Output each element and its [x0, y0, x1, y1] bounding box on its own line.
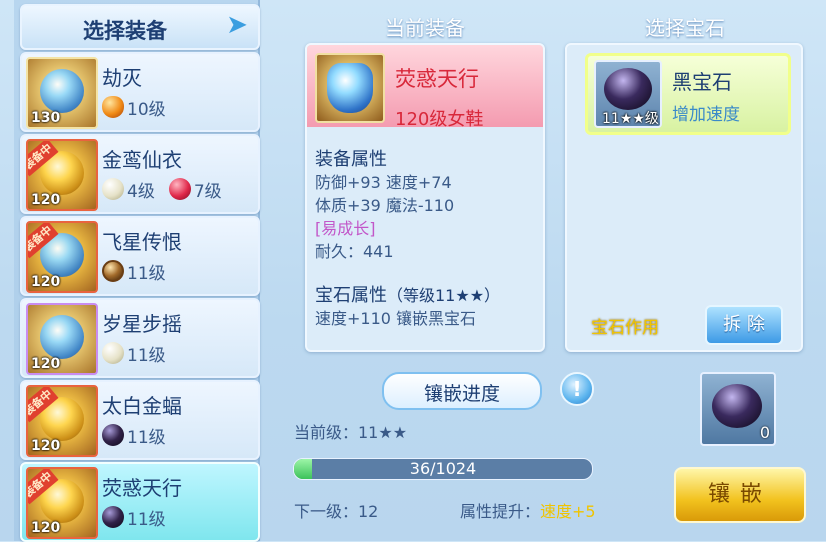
equipment-list-panel: 选择装备 ➤ 130 劫灭 10级 装备中 120 金鸾仙衣 4级 7级 装备中 120 飞星传恨 1… [14, 0, 260, 542]
next-level: 下一级：12 [294, 502, 379, 521]
equipment-header: 荧惑天行 120级女鞋 [307, 45, 543, 130]
equipment-attributes-title: 装备属性 [315, 149, 387, 170]
equipment-gems: 11级 [102, 504, 180, 530]
durability: 耐久：441 [315, 242, 394, 261]
equipment-name: 荧惑天行 [395, 67, 479, 91]
black-gem-icon [102, 424, 124, 446]
equipment-icon: 130 [26, 57, 98, 129]
attribute-increase-value: 速度+5 [540, 502, 596, 521]
equipment-icon: 装备中 120 [26, 467, 98, 539]
gem-level: 11级 [127, 509, 166, 530]
pearl-gem-icon [102, 178, 124, 200]
collapse-arrow-icon[interactable]: ➤ [222, 10, 252, 40]
gem-level: 11级 [127, 263, 166, 284]
current-equipment-card: 荧惑天行 120级女鞋 装备属性 防御+93 速度+74 体质+39 魔法-11… [305, 43, 545, 352]
ruby-gem-icon [168, 178, 191, 200]
gem-level: 11级 [127, 345, 166, 366]
gem-attribute-line: 速度+110 镶嵌黑宝石 [315, 309, 477, 328]
gem-attributes-title: 宝石属性（等级11★★） [315, 281, 500, 307]
black-gem-icon [102, 506, 124, 528]
equipment-icon: 装备中 120 [26, 139, 98, 211]
gem-level: 10级 [127, 99, 166, 120]
gem-level: 11级 [127, 427, 166, 448]
equipment-level: 120 [31, 274, 61, 290]
equipment-item[interactable]: 装备中 120 荧惑天行 11级 [20, 462, 260, 542]
equipment-type: 120级女鞋 [395, 109, 484, 130]
equipment-list-title: 选择装备 [83, 19, 167, 43]
equipment-name: 荧惑天行 [102, 476, 182, 500]
attribute-increase-label: 属性提升： [460, 502, 541, 521]
equipment-level: 120 [31, 438, 61, 454]
gem-slot-selected[interactable]: 11★★级 黑宝石 增加速度 [585, 53, 791, 135]
inlay-progress-title: 镶嵌进度 [423, 383, 500, 405]
equipment-gems: 11级 [102, 258, 180, 284]
equipment-gems: 11级 [102, 340, 180, 366]
help-icon[interactable]: ! [560, 372, 594, 406]
equipment-level: 120 [31, 520, 61, 536]
orange-gem-icon [102, 96, 124, 118]
gem-attributes-level: （等级11★★） [387, 286, 501, 305]
gem-selection-card: 11★★级 黑宝石 增加速度 宝石作用 拆 除 [565, 43, 803, 352]
equipment-name: 太白金蝠 [102, 394, 182, 418]
equipment-attribute-line: 体质+39 魔法-110 [315, 196, 455, 215]
inlay-progress-header: 镶嵌进度 [382, 372, 542, 410]
equipment-name: 飞星传恨 [102, 230, 182, 254]
attribute-increase: 属性提升：速度+5 [460, 498, 596, 522]
equipment-name: 岁星步摇 [102, 312, 182, 336]
gem-effect: 增加速度 [672, 105, 740, 125]
equipment-attribute-line: 防御+93 速度+74 [315, 173, 452, 192]
boots-icon [315, 53, 385, 123]
equipment-name: 劫灭 [102, 66, 142, 90]
equipment-gems: 10级 [102, 94, 180, 120]
current-equipment-title: 当前装备 [385, 16, 465, 40]
equipment-item[interactable]: 装备中 120 飞星传恨 11级 [20, 216, 260, 296]
gem-level: 11★★级 [602, 111, 659, 127]
equipment-list-header: 选择装备 ➤ [20, 4, 260, 50]
equipment-icon: 装备中 120 [26, 385, 98, 457]
equipment-icon: 120 [26, 303, 98, 375]
special-trait: [易成长] [315, 219, 376, 238]
current-level: 当前级：11★★ [294, 423, 408, 442]
equipment-item[interactable]: 装备中 120 金鸾仙衣 4级 7级 [20, 134, 260, 214]
equipment-level: 120 [31, 356, 61, 372]
black-gem-icon: 11★★级 [594, 60, 662, 128]
remove-gem-button[interactable]: 拆 除 [705, 305, 783, 345]
equipment-item[interactable]: 120 岁星步摇 11级 [20, 298, 260, 378]
gem-stock-count: 0 [759, 423, 770, 442]
equipment-item[interactable]: 装备中 120 太白金蝠 11级 [20, 380, 260, 460]
gem-name: 黑宝石 [672, 70, 732, 94]
gem-level: 4级 [127, 181, 155, 202]
equipment-icon: 装备中 120 [26, 221, 98, 293]
equipment-name: 金鸾仙衣 [102, 148, 182, 172]
gem-stock-slot[interactable]: 0 [700, 372, 776, 446]
equipment-level: 130 [31, 110, 61, 126]
gem-level: 7级 [193, 181, 222, 202]
pearl-gem-icon [102, 342, 124, 364]
equipment-item[interactable]: 130 劫灭 10级 [20, 52, 260, 132]
equipment-gems: 4级 7级 [102, 176, 236, 202]
equipment-gems: 11级 [102, 422, 180, 448]
gem-attributes-label: 宝石属性 [315, 285, 387, 306]
bronze-gem-icon [102, 260, 124, 282]
black-gem-icon [712, 384, 762, 428]
equipment-level: 120 [31, 192, 61, 208]
inlay-button[interactable]: 镶嵌 [674, 467, 806, 523]
select-gem-title: 选择宝石 [645, 16, 725, 40]
progress-text: 36/1024 [409, 459, 477, 478]
inlay-progress-bar: 36/1024 [293, 458, 593, 480]
gem-usage-link[interactable]: 宝石作用 [591, 313, 659, 338]
